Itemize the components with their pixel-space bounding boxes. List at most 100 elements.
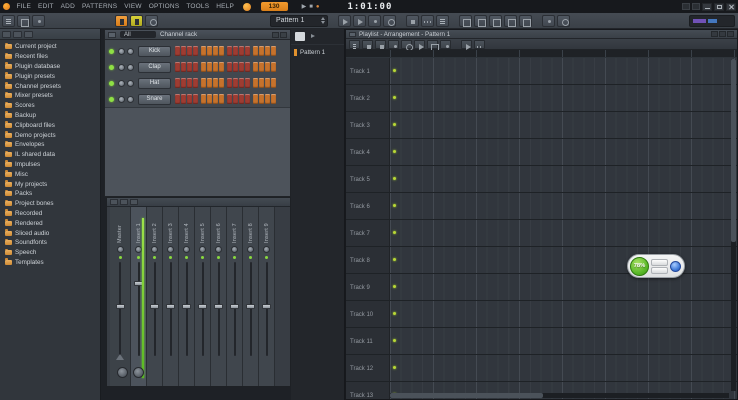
track-header[interactable]: Track 12 xyxy=(346,355,390,381)
fl-logo-icon[interactable] xyxy=(3,3,10,10)
browser-item-my-projects[interactable]: My projects xyxy=(0,179,100,189)
step-cell[interactable] xyxy=(239,78,244,88)
strip-fader[interactable] xyxy=(227,262,242,356)
playlist-detach-icon[interactable] xyxy=(711,31,718,37)
channel-pan-knob[interactable] xyxy=(118,48,125,55)
menu-file[interactable]: FILE xyxy=(13,3,35,10)
browser-item-backup[interactable]: Backup xyxy=(0,111,100,121)
strip-pan-knob[interactable] xyxy=(215,246,222,253)
strip-fader[interactable] xyxy=(179,262,194,356)
fl-orange-badge-icon[interactable] xyxy=(243,3,251,11)
strip-pan-knob[interactable] xyxy=(247,246,254,253)
mixer-strip-insert-4[interactable]: Insert 4 xyxy=(179,207,195,386)
track-led[interactable] xyxy=(393,339,396,342)
typing-keyboard-icon[interactable] xyxy=(17,15,30,27)
step-cell[interactable] xyxy=(193,78,198,88)
track-led[interactable] xyxy=(393,123,396,126)
browser-item-templates[interactable]: Templates xyxy=(0,258,100,268)
browser-item-sliced-audio[interactable]: Sliced audio xyxy=(0,228,100,238)
channel-pan-knob[interactable] xyxy=(118,80,125,87)
fader-handle[interactable] xyxy=(230,304,239,309)
browser-item-misc[interactable]: Misc xyxy=(0,169,100,179)
green-knob-icon[interactable]: 78% xyxy=(630,257,649,276)
rack-menu-icon[interactable] xyxy=(108,32,116,38)
strip-pan-knob[interactable] xyxy=(167,246,174,253)
mixer-view-mode-icon[interactable] xyxy=(120,199,128,205)
step-cell[interactable] xyxy=(253,78,258,88)
mixer-strip-insert-8[interactable]: Insert 8 xyxy=(243,207,259,386)
step-cell[interactable] xyxy=(201,78,206,88)
track-header[interactable]: Track 11 xyxy=(346,328,390,354)
strip-pan-knob[interactable] xyxy=(199,246,206,253)
fader-handle[interactable] xyxy=(214,304,223,309)
strip-pan-knob[interactable] xyxy=(231,246,238,253)
step-cell[interactable] xyxy=(233,94,238,104)
track-grid[interactable] xyxy=(390,355,737,381)
browser-item-packs[interactable]: Packs xyxy=(0,189,100,199)
step-cell[interactable] xyxy=(187,62,192,72)
playback-marker-icon[interactable] xyxy=(474,40,485,49)
snap-selector-icon[interactable] xyxy=(461,40,472,49)
menu-options[interactable]: OPTIONS xyxy=(145,3,183,10)
step-cell[interactable] xyxy=(245,46,250,56)
track-header[interactable]: Track 4 xyxy=(346,139,390,165)
select-tool-icon[interactable] xyxy=(427,40,438,49)
playlist-timeline-ruler[interactable] xyxy=(346,50,737,58)
step-cell[interactable] xyxy=(193,94,198,104)
fader-handle[interactable] xyxy=(262,304,271,309)
play-button[interactable]: ▶ xyxy=(302,4,307,10)
step-cell[interactable] xyxy=(239,46,244,56)
pattern-down-icon[interactable] xyxy=(321,21,325,24)
vertical-scroll-thumb[interactable] xyxy=(731,59,736,242)
channel-filter-combo[interactable]: All xyxy=(120,31,156,38)
strip-fader[interactable] xyxy=(211,262,226,356)
countdown-icon[interactable] xyxy=(383,15,396,27)
browser-item-demo-projects[interactable]: Demo projects xyxy=(0,130,100,140)
browser-search-icon[interactable] xyxy=(13,31,22,38)
channel-mute-led[interactable] xyxy=(109,49,114,54)
step-edit-icon[interactable] xyxy=(406,15,419,27)
track-grid[interactable] xyxy=(390,247,737,273)
channel-pan-knob[interactable] xyxy=(118,64,125,71)
track-header[interactable]: Track 5 xyxy=(346,166,390,192)
strip-fader[interactable] xyxy=(243,262,258,356)
midi-activity-icon[interactable] xyxy=(32,15,45,27)
track-header[interactable]: Track 1 xyxy=(346,58,390,84)
step-cell[interactable] xyxy=(175,78,180,88)
strip-pan-knob[interactable] xyxy=(117,246,124,253)
step-cell[interactable] xyxy=(253,46,258,56)
browser-item-clipboard-files[interactable]: Clipboard files xyxy=(0,120,100,130)
menu-help[interactable]: HELP xyxy=(213,3,238,10)
step-cell[interactable] xyxy=(181,62,186,72)
fader-handle[interactable] xyxy=(150,304,159,309)
step-cell[interactable] xyxy=(187,94,192,104)
browser-item-current-project[interactable]: Current project xyxy=(0,42,100,52)
channel-volume-knob[interactable] xyxy=(127,48,134,55)
track-grid[interactable] xyxy=(390,112,737,138)
minimize-button[interactable] xyxy=(702,3,712,11)
mixer-titlebar[interactable] xyxy=(107,198,290,207)
browser-item-envelopes[interactable]: Envelopes xyxy=(0,140,100,150)
track-led[interactable] xyxy=(393,285,396,288)
step-cell[interactable] xyxy=(233,78,238,88)
popup-option-button[interactable] xyxy=(651,259,668,266)
mixer-strip-insert-9[interactable]: Insert 9 xyxy=(259,207,275,386)
step-cell[interactable] xyxy=(259,78,264,88)
track-led[interactable] xyxy=(393,258,396,261)
menu-patterns[interactable]: PATTERNS xyxy=(78,3,120,10)
multilink-icon[interactable] xyxy=(421,15,434,27)
channel-mute-led[interactable] xyxy=(109,97,114,102)
browser-item-recent-files[interactable]: Recent files xyxy=(0,52,100,62)
main-menu-icon[interactable] xyxy=(2,15,15,27)
browser-item-mixer-presets[interactable]: Mixer presets xyxy=(0,91,100,101)
pattern-selector[interactable]: Pattern 1 xyxy=(270,15,328,27)
plugin-picker-icon[interactable] xyxy=(542,15,555,27)
track-grid[interactable] xyxy=(390,328,737,354)
channel-volume-knob[interactable] xyxy=(127,96,134,103)
track-led[interactable] xyxy=(393,96,396,99)
horizontal-scroll-thumb[interactable] xyxy=(390,393,543,398)
step-cell[interactable] xyxy=(253,62,258,72)
track-led[interactable] xyxy=(393,204,396,207)
channel-button[interactable]: Kick xyxy=(138,46,171,57)
step-cell[interactable] xyxy=(187,46,192,56)
